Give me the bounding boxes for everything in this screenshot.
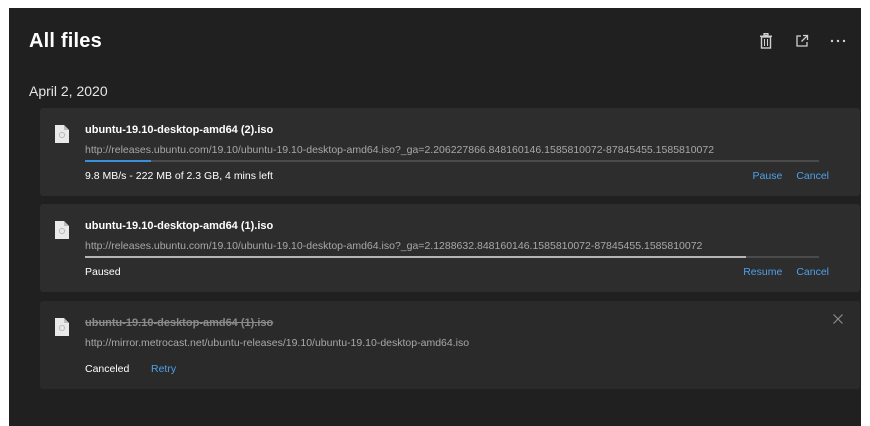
date-group-header: April 2, 2020	[29, 83, 108, 99]
file-url: http://mirror.metrocast.net/ubuntu-relea…	[85, 337, 470, 349]
pause-button[interactable]: Pause	[753, 170, 783, 182]
header-actions	[755, 30, 849, 52]
file-url: http://releases.ubuntu.com/19.10/ubuntu-…	[85, 240, 703, 252]
file-icon	[55, 318, 69, 336]
downloads-window: All files April 2, 2020 ubuntu-19.10-des…	[9, 8, 861, 426]
download-status: Canceled	[85, 363, 130, 375]
more-icon[interactable]	[827, 30, 849, 52]
download-item[interactable]: ubuntu-19.10-desktop-amd64 (1).iso http:…	[40, 204, 860, 292]
download-status: 9.8 MB/s - 222 MB of 2.3 GB, 4 mins left	[85, 170, 273, 182]
download-item[interactable]: ubuntu-19.10-desktop-amd64 (2).iso http:…	[40, 108, 860, 196]
file-name[interactable]: ubuntu-19.10-desktop-amd64 (1).iso	[85, 220, 273, 232]
resume-button[interactable]: Resume	[743, 266, 782, 278]
open-external-icon[interactable]	[791, 30, 813, 52]
cancel-button[interactable]: Cancel	[796, 170, 829, 182]
progress-bar	[85, 160, 819, 162]
download-actions: Resume Cancel	[743, 266, 829, 278]
trash-icon[interactable]	[755, 30, 777, 52]
page-title: All files	[29, 30, 102, 52]
progress-fill	[85, 160, 152, 162]
file-icon	[55, 221, 69, 239]
download-status: Paused	[85, 266, 121, 278]
file-name[interactable]: ubuntu-19.10-desktop-amd64 (2).iso	[85, 124, 273, 136]
retry-button[interactable]: Retry	[151, 363, 176, 375]
progress-fill	[85, 256, 746, 258]
close-icon[interactable]	[832, 313, 844, 325]
file-url: http://releases.ubuntu.com/19.10/ubuntu-…	[85, 144, 715, 156]
file-name: ubuntu-19.10-desktop-amd64 (1).iso	[85, 317, 274, 329]
header: All files	[9, 8, 861, 72]
download-actions: Pause Cancel	[753, 170, 829, 182]
progress-bar	[85, 256, 819, 258]
file-icon	[55, 125, 69, 143]
cancel-button[interactable]: Cancel	[796, 266, 829, 278]
download-item[interactable]: ubuntu-19.10-desktop-amd64 (1).iso http:…	[40, 301, 860, 389]
